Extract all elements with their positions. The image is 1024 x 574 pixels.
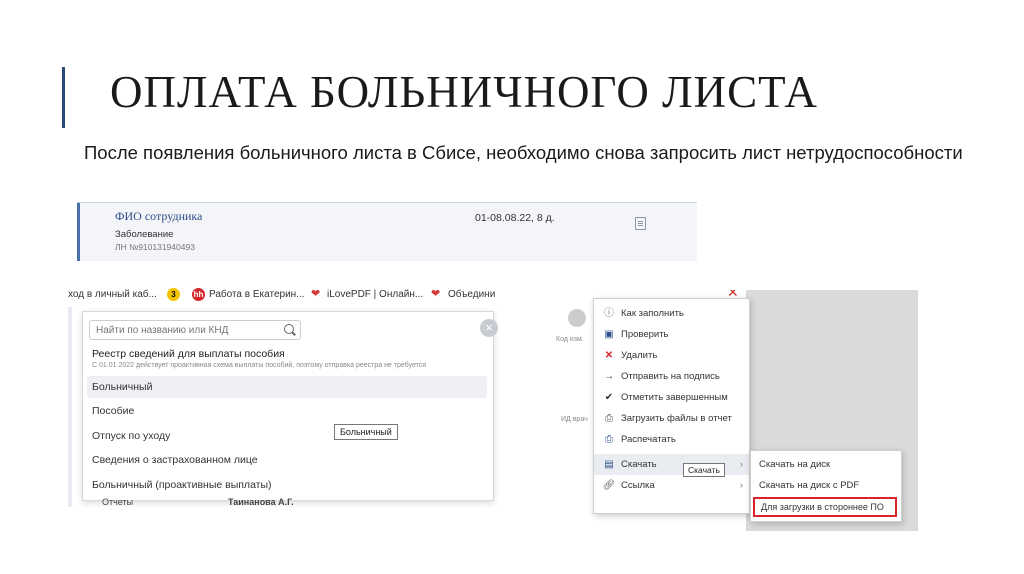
menu-item-label: Отправить на подпись [621,371,720,382]
slide-subtitle: После появления больничного листа в Сбис… [84,142,963,163]
delete-x-icon: ✕ [604,350,614,361]
document-icon[interactable] [635,217,646,230]
submenu-item-third-party-export[interactable]: Для загрузки в стороннее ПО [753,497,897,517]
report-type-dropdown: Реестр сведений для выплаты пособия С 01… [82,311,494,501]
sidebar-strip [68,307,72,507]
menu-item-mark-complete[interactable]: ✔ Отметить завершенным [594,387,749,408]
menu-item-label: Загрузить файлы в отчет [621,413,732,424]
menu-item-upload-files[interactable]: ⎙ Загрузить файлы в отчет [594,408,749,429]
hh-logo-icon: hh [192,288,205,301]
menu-item-label: Ссылка [621,480,655,491]
dropdown-item-insured-info[interactable]: Сведения о застрахованном лице [87,449,487,471]
tooltip: Скачать [683,463,725,477]
arrow-right-icon: → [604,371,614,382]
sick-leave-reason: Заболевание [115,229,174,240]
menu-item-download[interactable]: ▤ Скачать › [594,454,749,475]
sick-leave-row-screenshot: ФИО сотрудника 01-08.08.22, 8 д. Заболев… [77,202,697,261]
link-icon: 🔗︎ [602,480,616,491]
clipboard-check-icon: ▣ [604,329,614,340]
search-icon[interactable] [284,324,294,334]
menu-item-how-to-fill[interactable]: ⓘ Как заполнить [594,303,749,324]
bookmark-cabinet[interactable]: ход в личный каб... [68,289,157,300]
context-menu-screenshot: ✕ Код изм. ИД врач ⓘ Как заполнить ▣ Про… [536,290,918,531]
behind-reports-label: Отчеты [102,497,134,507]
submenu-item-download-disk[interactable]: Скачать на диск [759,459,830,470]
bookmark-merge[interactable]: Объедини [448,289,495,300]
heart-icon: ❤ [311,288,321,300]
menu-item-send-to-sign[interactable]: → Отправить на подпись [594,366,749,387]
registry-title[interactable]: Реестр сведений для выплаты пособия [92,348,285,360]
menu-item-print[interactable]: ⎙ Распечатать [594,429,749,450]
chevron-right-icon: › [740,480,743,490]
report-dropdown-screenshot: ход в личный каб... 3 hh Работа в Екатер… [68,283,501,507]
checkmark-icon: ✔ [604,392,614,403]
menu-item-label: Удалить [621,350,658,361]
browser-bookmarks-bar: ход в личный каб... 3 hh Работа в Екатер… [68,283,501,307]
menu-item-label: Распечатать [621,434,676,445]
background-label: ИД врач [561,416,588,423]
tooltip: Больничный [334,424,398,440]
behind-employee-name: Таинанова А.Г. [228,497,294,507]
paperclip-icon: ⎙ [605,413,613,424]
dropdown-item-care-leave[interactable]: Отпуск по уходу [87,425,487,447]
chevron-right-icon: › [740,459,743,469]
menu-item-label: Как заполнить [621,308,684,319]
employee-name[interactable]: ФИО сотрудника [115,209,202,224]
search-input[interactable] [96,323,281,337]
bookmark-hh-work[interactable]: Работа в Екатерин... [209,289,305,300]
menu-item-label: Скачать [621,459,657,470]
registry-note: С 01.01.2022 действует проактивная схема… [92,362,427,369]
dropdown-item-benefit[interactable]: Пособие [87,400,487,422]
save-icon: ▤ [604,459,614,470]
menu-item-link[interactable]: 🔗︎ Ссылка › [594,475,749,496]
dropdown-item-proactive-sick-leave[interactable]: Больничный (проактивные выплаты) [87,474,487,496]
menu-item-label: Проверить [621,329,669,340]
sick-leave-dates: 01-08.08.22, 8 д. [475,212,555,224]
menu-item-delete[interactable]: ✕ Удалить [594,345,749,366]
printer-icon: ⎙ [605,434,613,445]
download-submenu: Скачать на диск Скачать на диск с PDF Дл… [750,450,902,522]
bookmark-ilovepdf[interactable]: iLovePDF | Онлайн... [327,289,423,300]
submenu-item-download-pdf[interactable]: Скачать на диск с PDF [759,480,859,491]
menu-item-label: Отметить завершенным [621,392,728,403]
slide-title: ОПЛАТА БОЛЬНИЧНОГО ЛИСТА [110,67,818,117]
sick-leave-number: ЛН №910131940493 [115,242,195,252]
background-label: Код изм. [556,336,584,343]
background-circle [568,309,586,327]
close-icon[interactable]: × [480,319,498,337]
context-menu: ⓘ Как заполнить ▣ Проверить ✕ Удалить → … [593,298,750,514]
search-box[interactable] [89,320,301,340]
badge-3-icon[interactable]: 3 [167,288,180,301]
menu-item-check[interactable]: ▣ Проверить [594,324,749,345]
title-accent-bar [62,67,65,128]
row-accent-line [77,203,80,261]
dropdown-item-sick-leave[interactable]: Больничный [87,376,487,398]
question-icon: ⓘ [604,308,614,319]
heart-icon: ❤ [431,288,441,300]
